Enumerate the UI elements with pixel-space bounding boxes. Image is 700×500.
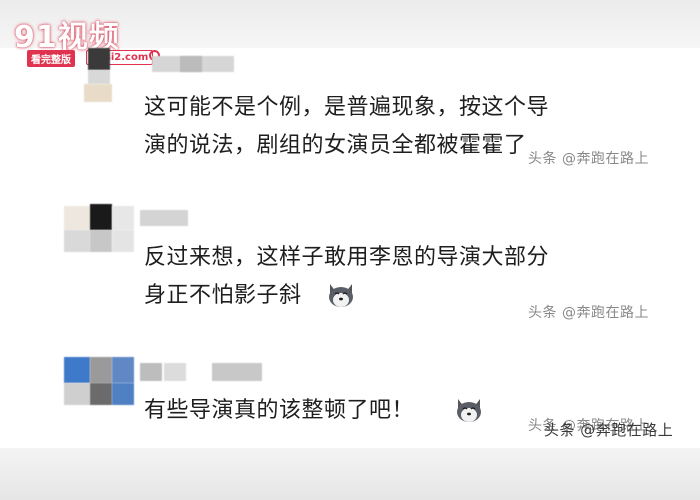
comment-card-2: 反过来想，这样子敢用李恩的导演大部分 身正不怕影子斜 头条 @奔跑在路上 — [0, 200, 700, 321]
username-blurred — [212, 363, 262, 381]
avatar — [112, 357, 134, 383]
username-blurred — [180, 56, 202, 72]
comment-text-line: 演的说法，剧组的女演员全都被霍霍了 — [144, 133, 527, 158]
avatar — [90, 230, 112, 252]
avatar — [90, 357, 112, 383]
avatar — [64, 206, 90, 230]
husky-dog-emoji-icon — [329, 284, 353, 307]
avatar — [90, 204, 112, 230]
avatar — [64, 230, 90, 252]
comment-text-line: 有些导演真的该整顿了吧！ — [144, 398, 415, 423]
username-blurred — [140, 210, 188, 226]
avatar — [112, 206, 134, 230]
watermark-overlay-text: 头条 @奔跑在路上 — [544, 421, 674, 439]
watermark-text: 头条 @奔跑在路上 — [528, 151, 649, 167]
comment-text-line: 身正不怕影子斜 — [144, 283, 302, 308]
avatar — [84, 84, 112, 102]
avatar — [64, 357, 90, 383]
avatar — [112, 230, 134, 252]
bottom-background-band — [0, 448, 700, 500]
husky-dog-emoji-icon — [457, 399, 481, 422]
comment-text-line: 反过来想，这样子敢用李恩的导演大部分 — [144, 245, 550, 270]
avatar — [88, 70, 110, 84]
avatar — [112, 383, 134, 405]
username-blurred — [164, 363, 186, 381]
comment-card-3: 有些导演真的该整顿了吧！ 头条 @奔跑在路上 头条 @奔跑在路上 — [0, 355, 700, 450]
avatar — [64, 383, 90, 405]
comment-text-line: 这可能不是个例，是普遍现象，按这个导 — [144, 95, 550, 120]
comment-card-1: 这可能不是个例，是普遍现象，按这个导 演的说法，剧组的女演员全都被霍霍了 头条 … — [0, 48, 700, 188]
avatar — [88, 48, 110, 70]
watermark-text: 头条 @奔跑在路上 — [528, 305, 649, 321]
avatar — [90, 383, 112, 405]
username-blurred — [140, 363, 162, 381]
